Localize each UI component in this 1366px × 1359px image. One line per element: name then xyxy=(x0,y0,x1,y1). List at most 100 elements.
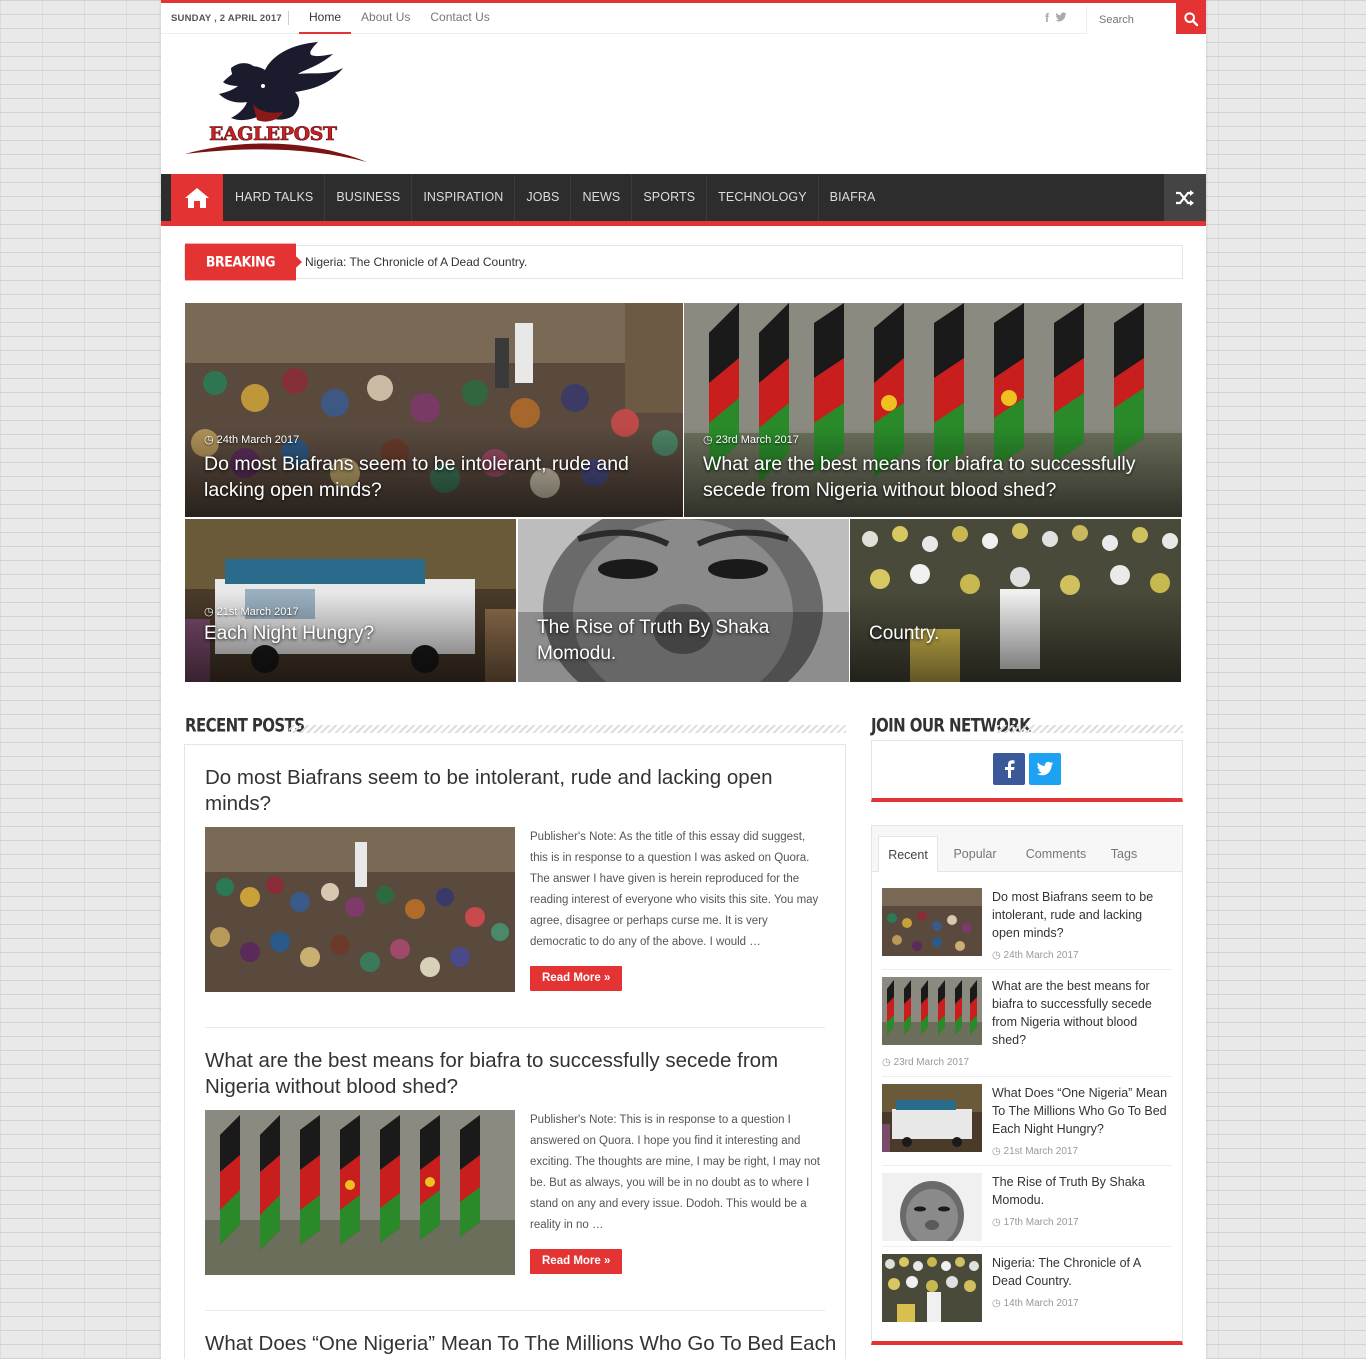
read-more-button[interactable]: Read More » xyxy=(530,966,623,991)
heading-stripes xyxy=(997,725,1183,733)
sidebar-post-item[interactable]: Do most Biafrans seem to be intolerant, … xyxy=(882,888,1172,968)
date-text: 21st March 2017 xyxy=(1003,1146,1079,1157)
portrait-image xyxy=(882,1173,982,1241)
breaking-news-bar: BREAKING NEWS Nigeria: The Chronicle of … xyxy=(184,243,1183,307)
sidebar-post-date: ◷ 17th March 2017 xyxy=(992,1217,1079,1228)
current-date: SUNDAY , 2 APRIL 2017 xyxy=(171,13,282,24)
sidebar-post-title[interactable]: Nigeria: The Chronicle of A Dead Country… xyxy=(992,1254,1172,1290)
sidebar-post-item[interactable]: What Does “One Nigeria” Mean To The Mill… xyxy=(882,1084,1172,1164)
sidebar-post-item[interactable]: Nigeria: The Chronicle of A Dead Country… xyxy=(882,1254,1172,1326)
tab-popular[interactable]: Popular xyxy=(942,836,1008,872)
tab-comments[interactable]: Comments xyxy=(1012,836,1100,872)
breaking-news-label: BREAKING NEWS xyxy=(185,243,302,307)
post-thumbnail[interactable] xyxy=(882,977,982,1045)
post-title[interactable]: The Rise of Truth By Shaka Momodu. xyxy=(537,615,833,667)
post-thumbnail[interactable] xyxy=(205,827,515,992)
post-title[interactable]: What Does “One Nigeria” Mean To The Mill… xyxy=(205,1331,836,1357)
post-item: Do most Biafrans seem to be intolerant, … xyxy=(205,765,825,1005)
date-text: 23rd March 2017 xyxy=(893,1057,970,1068)
divider xyxy=(205,1310,825,1311)
post-excerpt: Publisher's Note: As the title of this e… xyxy=(530,831,819,948)
breaking-news-headline[interactable]: Nigeria: The Chronicle of A Dead Country… xyxy=(305,255,527,269)
facebook-icon xyxy=(1005,760,1015,778)
search-input[interactable] xyxy=(1087,6,1175,34)
sidebar-post-title[interactable]: The Rise of Truth By Shaka Momodu. xyxy=(992,1173,1172,1209)
twitter-button[interactable] xyxy=(1029,753,1061,785)
facebook-icon[interactable]: f xyxy=(1045,11,1049,25)
post-date: ◷ 21st March 2017 xyxy=(204,606,299,618)
featured-post-small[interactable]: The Rise of Truth By Shaka Momodu. xyxy=(518,519,849,682)
post-thumbnail[interactable] xyxy=(882,1173,982,1241)
date-text: 24th March 2017 xyxy=(216,434,300,446)
sidebar-post-date: ◷ 21st March 2017 xyxy=(992,1146,1079,1157)
post-item: What Does “One Nigeria” Mean To The Mill… xyxy=(205,1331,836,1359)
site-logo[interactable]: EAGLEPOST xyxy=(183,42,369,166)
nav-item-jobs[interactable]: JOBS xyxy=(515,174,572,221)
post-date: ◷ 23rd March 2017 xyxy=(703,434,799,446)
top-nav-contact[interactable]: Contact Us xyxy=(420,3,499,34)
post-title[interactable]: Do most Biafrans seem to be intolerant, … xyxy=(205,765,825,817)
nav-item-technology[interactable]: TECHNOLOGY xyxy=(707,174,819,221)
social-network-box xyxy=(871,740,1183,802)
tabs-header: Recent Popular Comments Tags xyxy=(872,826,1182,873)
logo-text: EAGLEPOST xyxy=(209,123,337,145)
post-item: What are the best means for biafra to su… xyxy=(205,1048,825,1288)
nav-item-biafra[interactable]: BIAFRA xyxy=(819,174,887,221)
heading-text: RECENT POSTS xyxy=(185,713,305,737)
flags-image xyxy=(882,977,982,1045)
post-title[interactable]: Country. xyxy=(869,621,1165,647)
twitter-icon[interactable] xyxy=(1055,11,1067,25)
home-icon xyxy=(185,187,209,208)
post-date: ◷ 24th March 2017 xyxy=(204,434,300,446)
tab-tags[interactable]: Tags xyxy=(1102,836,1146,872)
divider xyxy=(882,1165,1172,1166)
date-text: 14th March 2017 xyxy=(1003,1298,1079,1309)
top-nav-about[interactable]: About Us xyxy=(351,3,420,34)
home-button[interactable] xyxy=(171,174,223,221)
random-article-button[interactable] xyxy=(1164,174,1206,221)
flags-image xyxy=(205,1110,515,1275)
search-button[interactable] xyxy=(1176,3,1206,34)
heading-stripes xyxy=(289,725,846,733)
recent-posts-heading: RECENT POSTS xyxy=(185,713,846,740)
post-thumbnail[interactable] xyxy=(882,888,982,956)
post-title[interactable]: What are the best means for biafra to su… xyxy=(205,1048,825,1100)
date-text: 17th March 2017 xyxy=(1003,1217,1079,1228)
sidebar-post-title[interactable]: Do most Biafrans seem to be intolerant, … xyxy=(992,888,1172,942)
tabbed-widget: Recent Popular Comments Tags Do most Bia… xyxy=(871,825,1183,1345)
post-thumbnail[interactable] xyxy=(882,1254,982,1322)
sidebar-post-item[interactable]: The Rise of Truth By Shaka Momodu. ◷ 17t… xyxy=(882,1173,1172,1245)
divider xyxy=(288,11,289,25)
divider xyxy=(205,1027,825,1028)
shuffle-icon xyxy=(1176,189,1194,206)
sidebar-post-date: ◷ 23rd March 2017 xyxy=(882,1057,970,1068)
featured-post-large[interactable]: ◷ 24th March 2017 Do most Biafrans seem … xyxy=(185,303,683,517)
nav-item-hard-talks[interactable]: HARD TALKS xyxy=(224,174,326,221)
search-box xyxy=(1086,6,1176,34)
nav-item-business[interactable]: BUSINESS xyxy=(325,174,413,221)
date-text: 24th March 2017 xyxy=(1003,950,1079,961)
sidebar-post-item[interactable]: What are the best means for biafra to su… xyxy=(882,977,1172,1073)
sidebar-post-date: ◷ 14th March 2017 xyxy=(992,1298,1079,1309)
top-nav-home[interactable]: Home xyxy=(299,3,352,34)
join-network-heading: JOIN OUR NETWORK xyxy=(871,714,1183,740)
post-title[interactable]: Do most Biafrans seem to be intolerant, … xyxy=(204,451,667,503)
nav-item-sports[interactable]: SPORTS xyxy=(632,174,708,221)
facebook-button[interactable] xyxy=(993,753,1025,785)
sidebar-post-title[interactable]: What Does “One Nigeria” Mean To The Mill… xyxy=(992,1084,1172,1138)
divider xyxy=(882,1076,1172,1077)
post-title[interactable]: What are the best means for biafra to su… xyxy=(703,451,1166,503)
tab-recent[interactable]: Recent xyxy=(878,836,938,873)
nav-item-inspiration[interactable]: INSPIRATION xyxy=(412,174,516,221)
sidebar-post-title[interactable]: What are the best means for biafra to su… xyxy=(992,977,1172,1049)
post-thumbnail[interactable] xyxy=(882,1084,982,1152)
top-social-links: f xyxy=(1045,11,1067,25)
featured-post-small[interactable]: Country. xyxy=(850,519,1181,682)
post-title[interactable]: Each Night Hungry? xyxy=(204,621,500,647)
nav-item-news[interactable]: NEWS xyxy=(571,174,633,221)
read-more-button[interactable]: Read More » xyxy=(530,1249,623,1274)
featured-post-small[interactable]: ◷ 21st March 2017 Each Night Hungry? xyxy=(185,519,516,682)
divider xyxy=(882,1246,1172,1247)
post-thumbnail[interactable] xyxy=(205,1110,515,1275)
featured-post-large[interactable]: ◷ 23rd March 2017 What are the best mean… xyxy=(684,303,1182,517)
